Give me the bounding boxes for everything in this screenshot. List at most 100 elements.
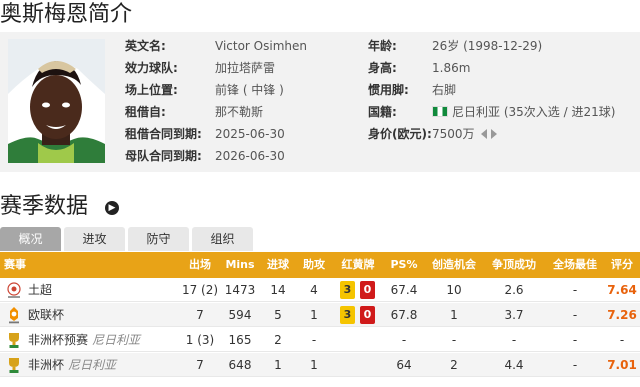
header-motm[interactable]: 全场最佳 [549, 252, 601, 278]
player-avatar-icon [8, 39, 105, 163]
header-cards[interactable]: 红黄牌 [336, 252, 380, 278]
tab-organization[interactable]: 组织 [192, 227, 253, 251]
mins-cell: 648 [228, 358, 252, 372]
nationality-text[interactable]: 尼日利亚 (35次入选 / 进21球) [452, 105, 615, 119]
assists-cell: 1 [310, 358, 318, 372]
afcon-qualifiers-logo-icon [9, 333, 19, 348]
nigeria-flag-icon [432, 106, 448, 117]
profile-value: 2025-06-30 [215, 127, 285, 141]
apps-cell: 7 [196, 358, 204, 372]
parent-club-link[interactable]: 那不勒斯 [215, 102, 263, 122]
nationality-value: 尼日利亚 (35次入选 / 进21球) [432, 102, 615, 122]
aerials-cell: 2.6 [504, 283, 524, 297]
header-goals[interactable]: 进球 [262, 252, 294, 278]
table-row: 土超 17 (2) 1473 14 4 3 0 67.4 10 2.6 - 7.… [0, 278, 640, 302]
profile-row-age: 年龄: 26岁 (1998-12-29) [368, 36, 640, 58]
profile-row-position: 场上位置: 前锋 ( 中锋 ) [125, 80, 365, 102]
header-mins[interactable]: Mins [222, 252, 258, 278]
competition-name[interactable]: 非洲杯预赛 尼日利亚 [28, 328, 140, 352]
profile-row-loan-expiry: 租借合同到期: 2025-06-30 [125, 124, 365, 146]
mins-cell: 165 [228, 333, 252, 347]
profile-label: 惯用脚: [368, 83, 409, 97]
header-pass-pct[interactable]: PS% [386, 252, 422, 278]
apps-cell: 7 [196, 308, 204, 322]
pass-pct-cell: - [401, 333, 407, 347]
aerials-cell: - [511, 333, 517, 347]
profile-row-loan-from: 租借自: 那不勒斯 [125, 102, 365, 124]
motm-cell: - [572, 308, 578, 322]
red-card-count: 0 [360, 281, 375, 299]
header-apps[interactable]: 出场 [182, 252, 218, 278]
pass-pct-cell: 64 [396, 358, 412, 372]
player-profile-panel: 英文名: Victor Osimhen 效力球队: 加拉塔萨雷 场上位置: 前锋… [0, 32, 640, 172]
competition-name[interactable]: 欧联杯 [28, 303, 64, 327]
table-row: 非洲杯预赛 尼日利亚 1 (3) 165 2 - - - - - - [0, 328, 640, 352]
arrow-right-circle-icon[interactable]: ▶ [105, 201, 119, 215]
goals-cell: 5 [274, 308, 282, 322]
header-competition: 赛事 [4, 258, 26, 271]
aerials-cell: 4.4 [504, 358, 524, 372]
page-title: 奥斯梅恩简介 [0, 2, 133, 27]
profile-row-nationality: 国籍: 尼日利亚 (35次入选 / 进21球) [368, 102, 640, 124]
tab-attack[interactable]: 进攻 [64, 227, 125, 251]
profile-label: 场上位置: [125, 83, 178, 97]
aerials-cell: 3.7 [504, 308, 524, 322]
market-value-text: 7500万 [432, 127, 475, 141]
profile-row-height: 身高: 1.86m [368, 58, 640, 80]
profile-label: 年龄: [368, 39, 397, 53]
header-rating[interactable]: 评分 [608, 252, 636, 278]
season-section-title: 赛季数据 [0, 194, 89, 219]
profile-value: Victor Osimhen [215, 39, 307, 53]
market-value: 7500万 [432, 124, 498, 144]
profile-value: 2026-06-30 [215, 149, 285, 163]
chances-cell: 1 [450, 308, 458, 322]
profile-label: 租借自: [125, 105, 166, 119]
assists-cell: 1 [310, 308, 318, 322]
table-row: 欧联杯 7 594 5 1 3 0 67.8 1 3.7 - 7.26 [0, 303, 640, 327]
apps-cell: 17 (2) [181, 283, 219, 297]
profile-value: 前锋 ( 中锋 ) [215, 83, 284, 97]
profile-right-column: 年龄: 26岁 (1998-12-29) 身高: 1.86m 惯用脚: 右脚 国… [368, 36, 640, 146]
red-card-count: 0 [360, 306, 375, 324]
left-right-arrows-icon[interactable] [480, 128, 498, 140]
profile-row-parent-expiry: 母队合同到期: 2026-06-30 [125, 146, 365, 168]
profile-value: 右脚 [432, 83, 457, 97]
header-aerials[interactable]: 争顶成功 [488, 252, 540, 278]
tab-defense[interactable]: 防守 [128, 227, 189, 251]
goals-cell: 2 [274, 333, 282, 347]
profile-label: 英文名: [125, 39, 166, 53]
europa-league-logo-icon [9, 307, 19, 324]
competition-name[interactable]: 土超 [28, 278, 52, 302]
header-assists[interactable]: 助攻 [298, 252, 330, 278]
rating-cell: - [619, 333, 625, 347]
stats-table-header: 赛事 出场 Mins 进球 助攻 红黄牌 PS% 创造机会 争顶成功 全场最佳 … [0, 252, 640, 278]
competition-name-text: 非洲杯预赛 [28, 333, 89, 347]
pass-pct-cell: 67.8 [390, 308, 418, 322]
competition-name[interactable]: 非洲杯 尼日利亚 [28, 353, 116, 377]
club-link[interactable]: 加拉塔萨雷 [215, 58, 275, 78]
mins-cell: 594 [228, 308, 252, 322]
assists-cell: - [311, 333, 317, 347]
chances-cell: 2 [450, 358, 458, 372]
team-name: 尼日利亚 [92, 333, 141, 347]
player-photo [8, 39, 105, 163]
tab-overview[interactable]: 概况 [0, 227, 61, 251]
profile-label: 效力球队: [125, 61, 178, 75]
yellow-card-count: 3 [340, 306, 355, 324]
rating-cell: 7.01 [607, 358, 637, 372]
super-lig-logo-icon [7, 282, 21, 298]
yellow-card-count: 3 [340, 281, 355, 299]
goals-cell: 14 [270, 283, 286, 297]
motm-cell: - [572, 283, 578, 297]
rating-cell: 7.64 [607, 283, 637, 297]
header-chances[interactable]: 创造机会 [428, 252, 480, 278]
profile-row-market-value: 身价(欧元): 7500万 [368, 124, 640, 146]
motm-cell: - [572, 358, 578, 372]
profile-row-english-name: 英文名: Victor Osimhen [125, 36, 365, 58]
profile-row-foot: 惯用脚: 右脚 [368, 80, 640, 102]
assists-cell: 4 [310, 283, 318, 297]
title-bar: 奥斯梅恩简介 [0, 0, 640, 30]
profile-label: 身高: [368, 61, 397, 75]
profile-label: 身价(欧元): [368, 127, 432, 141]
mins-cell: 1473 [224, 283, 256, 297]
